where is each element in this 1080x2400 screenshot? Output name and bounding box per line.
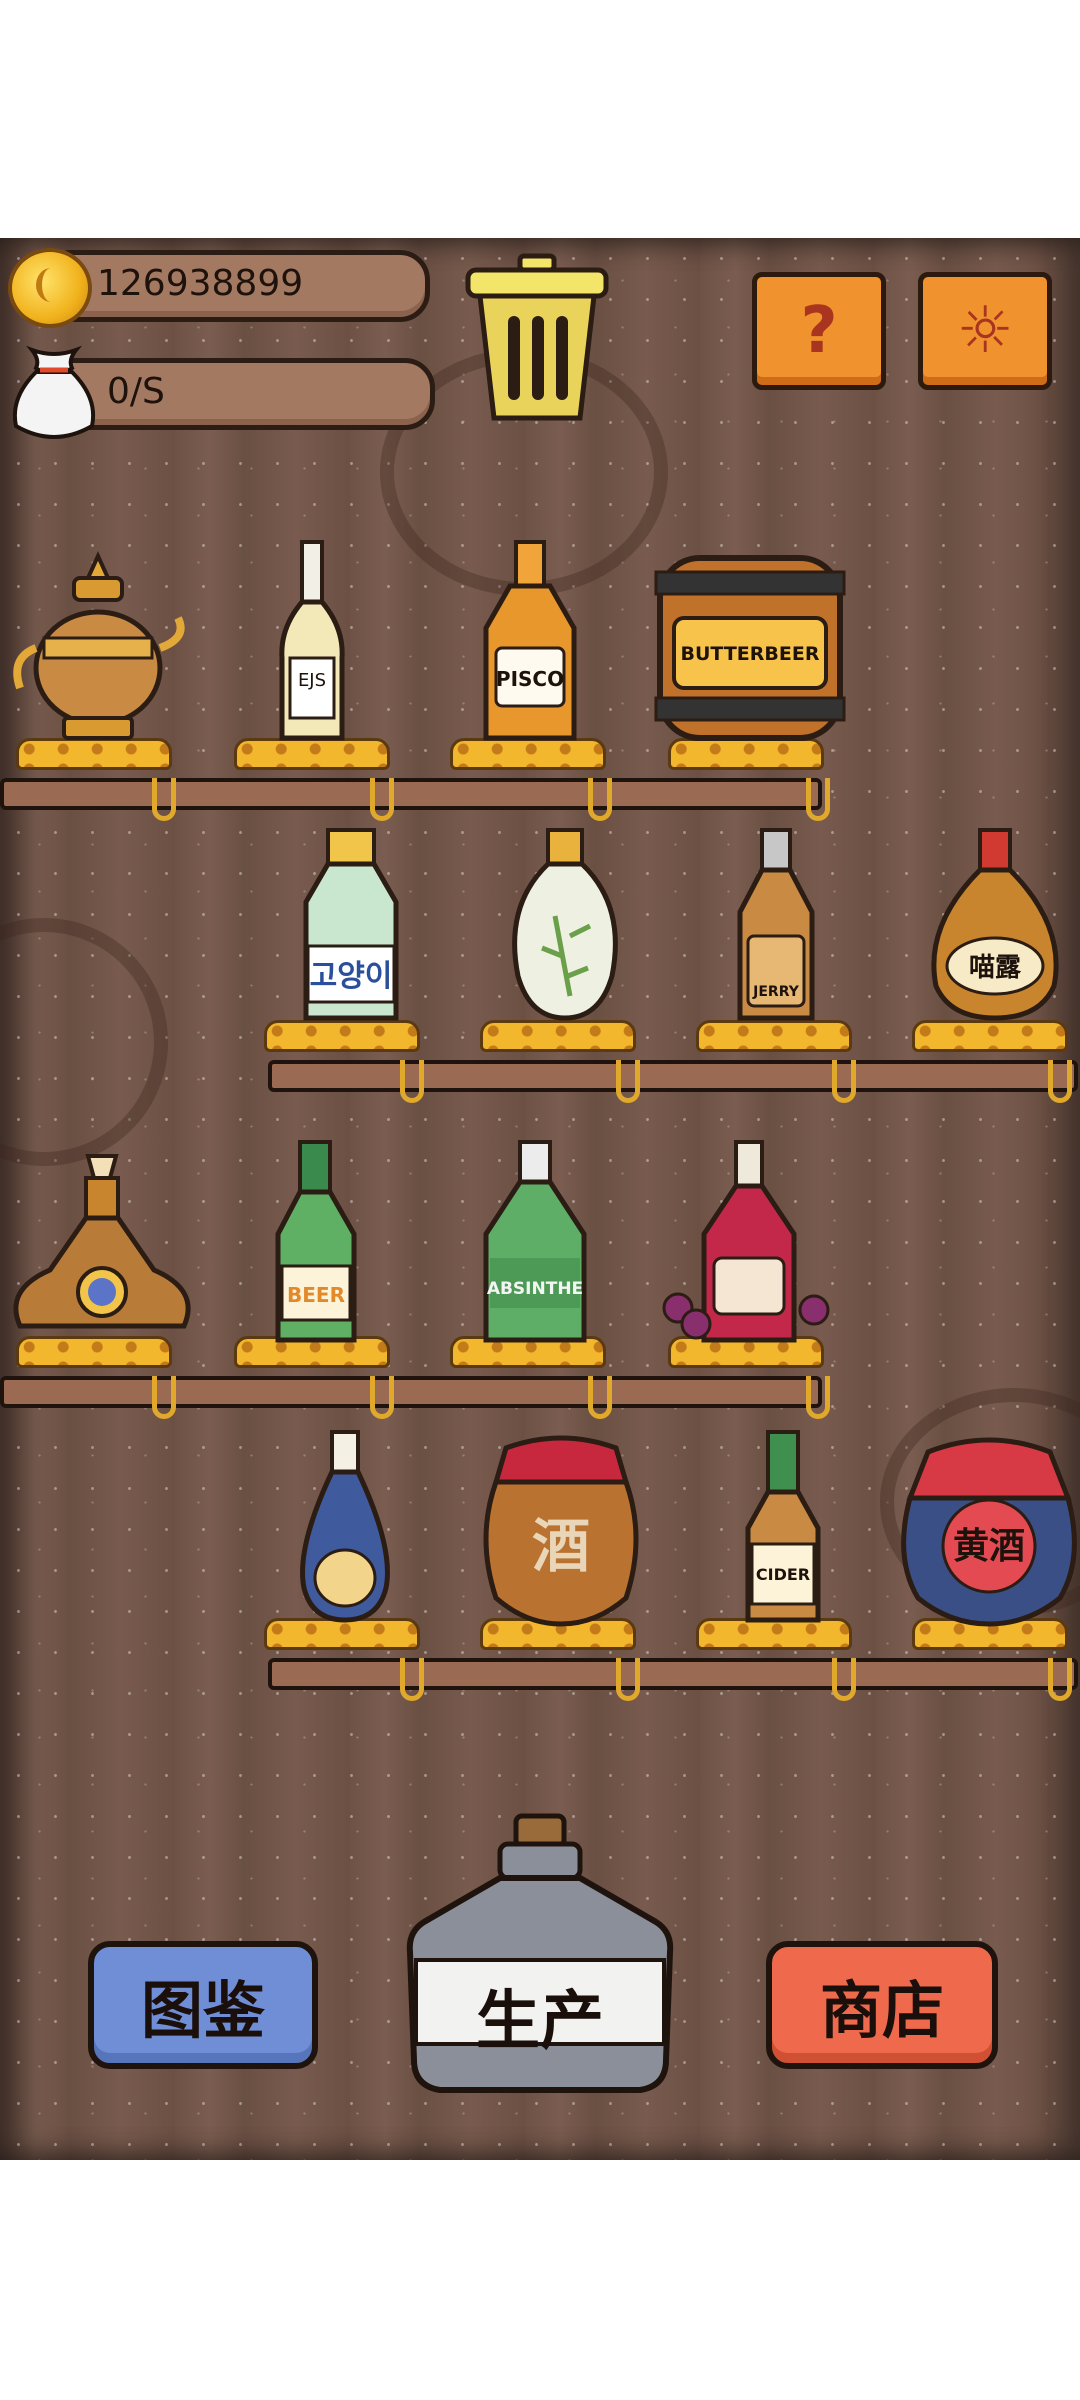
shop-button[interactable]: 商店 xyxy=(766,1941,998,2069)
yellow-wine-jar-item[interactable]: 黄酒 xyxy=(898,1428,1080,1628)
settings-button[interactable]: ☼ xyxy=(918,272,1052,390)
bottle-label: 고양이 xyxy=(310,959,393,994)
shelf-hook xyxy=(152,778,176,821)
absinthe-bottle-item[interactable]: ABSINTHE xyxy=(470,1138,600,1348)
liqueur-bottle-item[interactable]: 喵露 xyxy=(920,826,1070,1026)
bottle-label: BEER xyxy=(287,1283,345,1307)
shelf-1 xyxy=(0,778,822,810)
help-button[interactable]: ? xyxy=(752,272,886,390)
income-rate: 0/S xyxy=(107,371,165,412)
pisco-bottle-item[interactable]: PISCO xyxy=(470,538,590,748)
blue-bottle-item[interactable] xyxy=(290,1428,400,1628)
whisky-bottle-item[interactable]: JERRY xyxy=(726,826,826,1026)
shelf-hook xyxy=(832,1658,856,1701)
shelf-hook xyxy=(1048,1060,1072,1103)
shelf-4 xyxy=(268,1658,1078,1690)
bottle-label: ABSINTHE xyxy=(487,1279,583,1299)
shelf-2 xyxy=(268,1060,1078,1092)
wine-bottle-item[interactable] xyxy=(654,1138,844,1348)
produce-label: 生产 xyxy=(476,1985,604,2059)
collection-button[interactable]: 图鉴 xyxy=(88,1941,318,2069)
trash-can-icon[interactable] xyxy=(462,250,612,428)
gold-coin-icon xyxy=(8,248,92,328)
shelf-hook xyxy=(370,778,394,821)
jar-wine-item[interactable]: 酒 xyxy=(476,1428,646,1628)
bottle-label: CIDER xyxy=(756,1565,810,1584)
butterbeer-barrel-item[interactable]: BUTTERBEER xyxy=(650,548,850,748)
shelf-hook xyxy=(616,1060,640,1103)
bottle-label: 喵露 xyxy=(969,953,1022,983)
shelf-hook xyxy=(400,1658,424,1701)
shelf-hook xyxy=(370,1376,394,1419)
clear-bottle-item[interactable]: EJS xyxy=(272,538,352,748)
shelf-3 xyxy=(0,1376,822,1408)
beer-bottle-item[interactable]: BEER xyxy=(266,1138,366,1348)
gear-icon: ☼ xyxy=(956,294,1014,368)
shelf-hook xyxy=(616,1658,640,1701)
ornate-decanter-item[interactable] xyxy=(4,1150,200,1350)
shelf-hook xyxy=(152,1376,176,1419)
shelf-hook xyxy=(588,1376,612,1419)
bottle-label: PISCO xyxy=(496,667,564,691)
shelf-hook xyxy=(832,1060,856,1103)
soju-bottle-item[interactable]: 고양이 xyxy=(286,826,416,1026)
shelf-hook xyxy=(588,778,612,821)
bottle-label: JERRY xyxy=(752,984,800,1000)
teapot-item[interactable] xyxy=(8,548,188,748)
coin-counter-bar: 126938899 xyxy=(40,250,430,322)
bottle-label: BUTTERBEER xyxy=(681,643,820,665)
coin-count: 126938899 xyxy=(97,263,304,304)
bottle-label: 酒 xyxy=(532,1512,590,1580)
bottle-label: EJS xyxy=(298,670,326,691)
shelf-hook xyxy=(806,1376,830,1419)
bamboo-vase-item[interactable] xyxy=(500,826,630,1026)
bottle-label: 黄酒 xyxy=(953,1526,1025,1567)
shelf-hook xyxy=(1048,1658,1072,1701)
shelf-hook xyxy=(400,1060,424,1103)
question-icon: ? xyxy=(800,294,838,368)
money-bag-icon xyxy=(13,345,95,439)
cider-bottle-item[interactable]: CIDER xyxy=(738,1428,828,1628)
shelf-hook xyxy=(806,778,830,821)
